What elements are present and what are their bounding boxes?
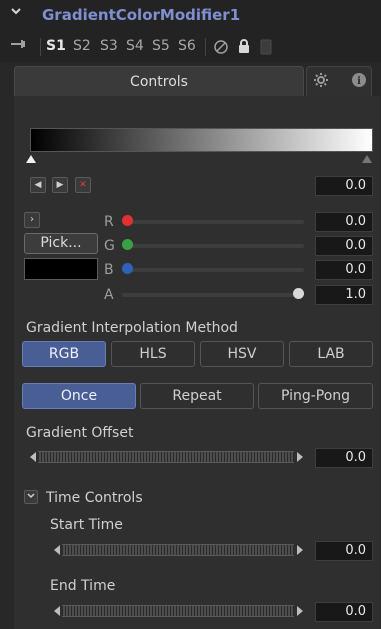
channel-b-label: B (104, 262, 114, 278)
time-controls-toggle[interactable] (24, 490, 38, 504)
channel-b-field[interactable]: 0.0 (315, 260, 373, 280)
previous-stop-button[interactable]: ◀ (30, 177, 46, 193)
channel-g-field[interactable]: 0.0 (315, 236, 373, 256)
start-time-field[interactable]: 0.0 (315, 541, 373, 561)
time-controls-label: Time Controls (46, 490, 143, 506)
end-decrease-icon[interactable] (54, 606, 60, 616)
stop-position-field[interactable]: 0.0 (315, 176, 373, 196)
divider (40, 38, 41, 56)
gradient-stop-right[interactable] (362, 155, 372, 163)
offset-label: Gradient Offset (26, 425, 134, 441)
end-time-field[interactable]: 0.0 (315, 602, 373, 622)
interp-rgb-button[interactable]: RGB (22, 341, 106, 367)
mode-repeat-button[interactable]: Repeat (140, 383, 254, 409)
channel-r-slider[interactable] (122, 220, 304, 224)
version-tab-s3[interactable]: S3 (100, 38, 118, 54)
version-tab-s2[interactable]: S2 (73, 38, 91, 54)
gear-icon[interactable] (313, 72, 329, 92)
channel-g-label: G (104, 238, 115, 254)
mode-once-button[interactable]: Once (22, 383, 136, 409)
start-decrease-icon[interactable] (54, 545, 60, 555)
channel-a-knob[interactable] (293, 288, 304, 299)
gradient-bar[interactable] (30, 128, 373, 152)
divider (205, 38, 206, 56)
start-increase-icon[interactable] (297, 545, 303, 555)
version-tab-s6[interactable]: S6 (178, 38, 196, 54)
end-time-label: End Time (50, 578, 116, 594)
offset-increase-icon[interactable] (297, 452, 303, 462)
start-time-label: Start Time (50, 517, 123, 533)
reset-icon[interactable] (260, 39, 272, 59)
channel-r-label: R (104, 214, 114, 230)
svg-text:i: i (357, 76, 361, 87)
pick-button[interactable]: Pick... (24, 233, 98, 254)
channel-a-field[interactable]: 1.0 (315, 285, 373, 305)
channel-a-label: A (104, 287, 114, 303)
channel-b-slider[interactable] (122, 268, 304, 272)
collapse-chevron-icon[interactable] (10, 5, 24, 25)
tab-controls[interactable]: Controls (14, 66, 304, 96)
gradient-stop-left[interactable] (26, 155, 36, 163)
channel-a-slider[interactable] (122, 293, 304, 297)
pin-icon[interactable] (10, 37, 28, 54)
disable-icon[interactable] (213, 39, 229, 59)
version-tab-s4[interactable]: S4 (126, 38, 144, 54)
interp-lab-button[interactable]: LAB (289, 341, 373, 367)
delete-stop-button[interactable]: ✕ (75, 177, 91, 193)
mode-pingpong-button[interactable]: Ping-Pong (258, 383, 373, 409)
end-time-thumbwheel[interactable] (62, 605, 294, 617)
channel-r-field[interactable]: 0.0 (315, 212, 373, 232)
expand-color-button[interactable]: › (24, 212, 40, 228)
offset-decrease-icon[interactable] (30, 452, 36, 462)
interpolation-label: Gradient Interpolation Method (26, 320, 238, 336)
next-stop-button[interactable]: ▶ (52, 177, 68, 193)
channel-r-knob[interactable] (122, 215, 133, 226)
version-tab-s1[interactable]: S1 (46, 38, 66, 54)
interp-hls-button[interactable]: HLS (111, 341, 195, 367)
color-swatch[interactable] (24, 258, 98, 280)
node-title: GradientColorModifier1 (42, 6, 241, 24)
end-increase-icon[interactable] (297, 606, 303, 616)
channel-b-knob[interactable] (122, 263, 133, 274)
start-time-thumbwheel[interactable] (62, 544, 294, 556)
offset-thumbwheel[interactable] (38, 451, 294, 463)
lock-icon[interactable] (237, 38, 251, 58)
channel-g-knob[interactable] (122, 239, 133, 250)
channel-g-slider[interactable] (122, 244, 304, 248)
info-icon[interactable]: i (351, 72, 367, 92)
offset-field[interactable]: 0.0 (315, 448, 373, 468)
version-tab-s5[interactable]: S5 (152, 38, 170, 54)
interp-hsv-button[interactable]: HSV (200, 341, 284, 367)
